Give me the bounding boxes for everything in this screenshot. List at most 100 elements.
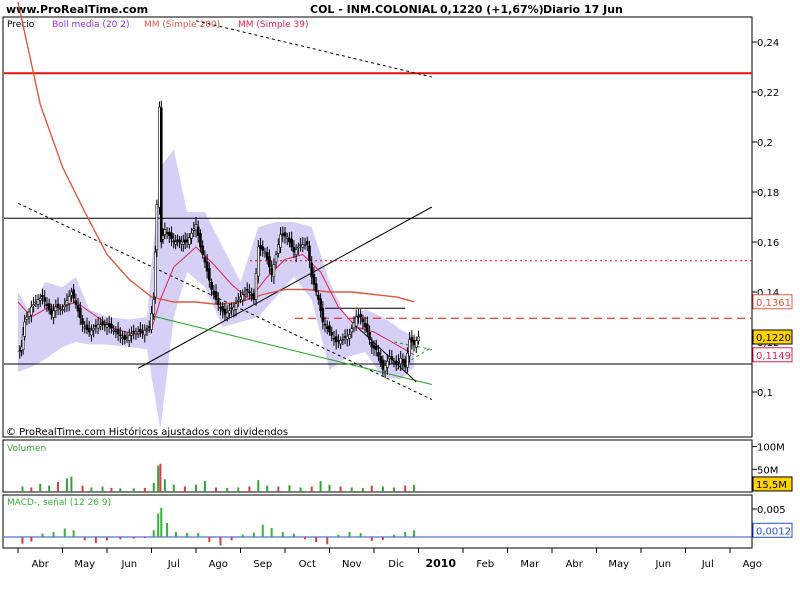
price-change: 0,1220 (+1,67%) <box>440 3 544 16</box>
candle-body <box>190 232 193 239</box>
macd-bar <box>348 531 351 537</box>
candle-body <box>401 359 405 363</box>
candle-body <box>34 301 38 304</box>
candle-body <box>381 359 385 370</box>
x-tick-label: Ago <box>743 559 762 570</box>
candle-body <box>372 344 376 349</box>
candle-body <box>274 254 278 263</box>
volume-bar <box>143 487 146 492</box>
macd-bar <box>219 537 222 546</box>
candle-body <box>119 334 122 337</box>
candle-body <box>168 231 171 237</box>
macd-bar <box>72 530 75 537</box>
legend-ma200: MM (Simple 200) <box>144 20 220 30</box>
y-tick-label: 0,22 <box>757 88 779 99</box>
volume-bar <box>48 485 51 492</box>
candle-body <box>394 360 398 365</box>
candle-body <box>361 318 365 323</box>
candle-body <box>352 322 356 329</box>
candle-body <box>254 272 258 300</box>
x-tick-label: Dic <box>388 559 404 570</box>
volume-bar <box>159 463 162 492</box>
volume-bar <box>110 487 113 492</box>
macd-bar <box>132 537 135 539</box>
candle-body <box>36 299 40 305</box>
candle-body <box>317 294 320 300</box>
volume-bar <box>319 481 322 492</box>
macd-panel-frame <box>2 494 753 549</box>
candle-body <box>243 291 247 295</box>
candle-body <box>83 326 87 329</box>
candle-body <box>281 233 285 236</box>
candle-body <box>343 336 347 339</box>
macd-bar <box>252 532 255 537</box>
volume-bar <box>90 487 93 492</box>
x-tick-label: Sep <box>253 559 272 570</box>
macd-bar <box>94 537 97 544</box>
candle-body <box>196 226 200 237</box>
candle-body <box>178 239 181 243</box>
volume-bar <box>393 487 396 492</box>
candle-body <box>150 312 153 330</box>
macd-bar <box>326 537 329 545</box>
candle-body <box>216 299 220 305</box>
candle-body <box>114 330 118 333</box>
source-note: © ProRealTime.com Históricos ajustados c… <box>6 426 288 438</box>
candle-body <box>188 237 191 245</box>
volume-tick-label: 100M <box>757 443 785 454</box>
macd-bar <box>186 533 189 537</box>
candle-body <box>288 238 291 243</box>
candle-body <box>292 246 296 253</box>
macd-bar <box>381 537 384 540</box>
candle-body <box>250 294 253 297</box>
volume-bar <box>248 486 251 492</box>
candle-body <box>308 245 311 262</box>
candle-body <box>285 236 289 239</box>
candle-body <box>192 228 196 231</box>
macd-bar <box>30 537 33 542</box>
volume-bar <box>57 482 60 492</box>
x-tick-label: Ago <box>209 559 228 570</box>
macd-bar <box>315 537 318 543</box>
volume-bar <box>288 485 291 492</box>
candle-body <box>130 333 133 336</box>
volume-bar <box>101 486 104 492</box>
candle-body <box>136 331 140 335</box>
candle-body <box>412 340 416 345</box>
candle-body <box>72 289 75 299</box>
candle-body <box>303 244 307 246</box>
legend-bollinger: Boll media (20 2) <box>52 20 130 30</box>
candle-body <box>25 316 29 320</box>
candle-body <box>223 308 227 315</box>
candle-body <box>70 291 73 296</box>
candle-body <box>105 324 109 328</box>
candle-body <box>219 307 222 309</box>
macd-bar <box>370 537 373 541</box>
candle-body <box>41 294 44 298</box>
candle-body <box>210 282 213 290</box>
candle-body <box>27 311 31 317</box>
candle-body <box>30 306 33 316</box>
candle-body <box>123 335 127 340</box>
volume-bar <box>203 481 206 492</box>
candle-body <box>181 241 185 245</box>
macd-bar <box>292 533 295 537</box>
x-tick-label: May <box>74 559 95 570</box>
site-name: www.ProRealTime.com <box>6 3 148 16</box>
macd-tick-label: 0,005 <box>757 505 786 516</box>
volume-last-label: 15,5M <box>756 480 787 491</box>
candle-body <box>314 283 318 293</box>
candle-body <box>350 328 354 333</box>
macd-bar <box>143 537 146 539</box>
macd-bar <box>166 523 169 537</box>
candle-body <box>214 291 218 300</box>
candle-body <box>76 305 80 312</box>
x-tick-label: Oct <box>299 559 316 570</box>
macd-bar <box>270 528 273 537</box>
candle-body <box>252 292 256 300</box>
candle-body <box>23 321 26 337</box>
candle-body <box>270 267 273 275</box>
candle-body <box>392 361 396 364</box>
candle-body <box>261 246 265 251</box>
candle-body <box>379 355 382 364</box>
